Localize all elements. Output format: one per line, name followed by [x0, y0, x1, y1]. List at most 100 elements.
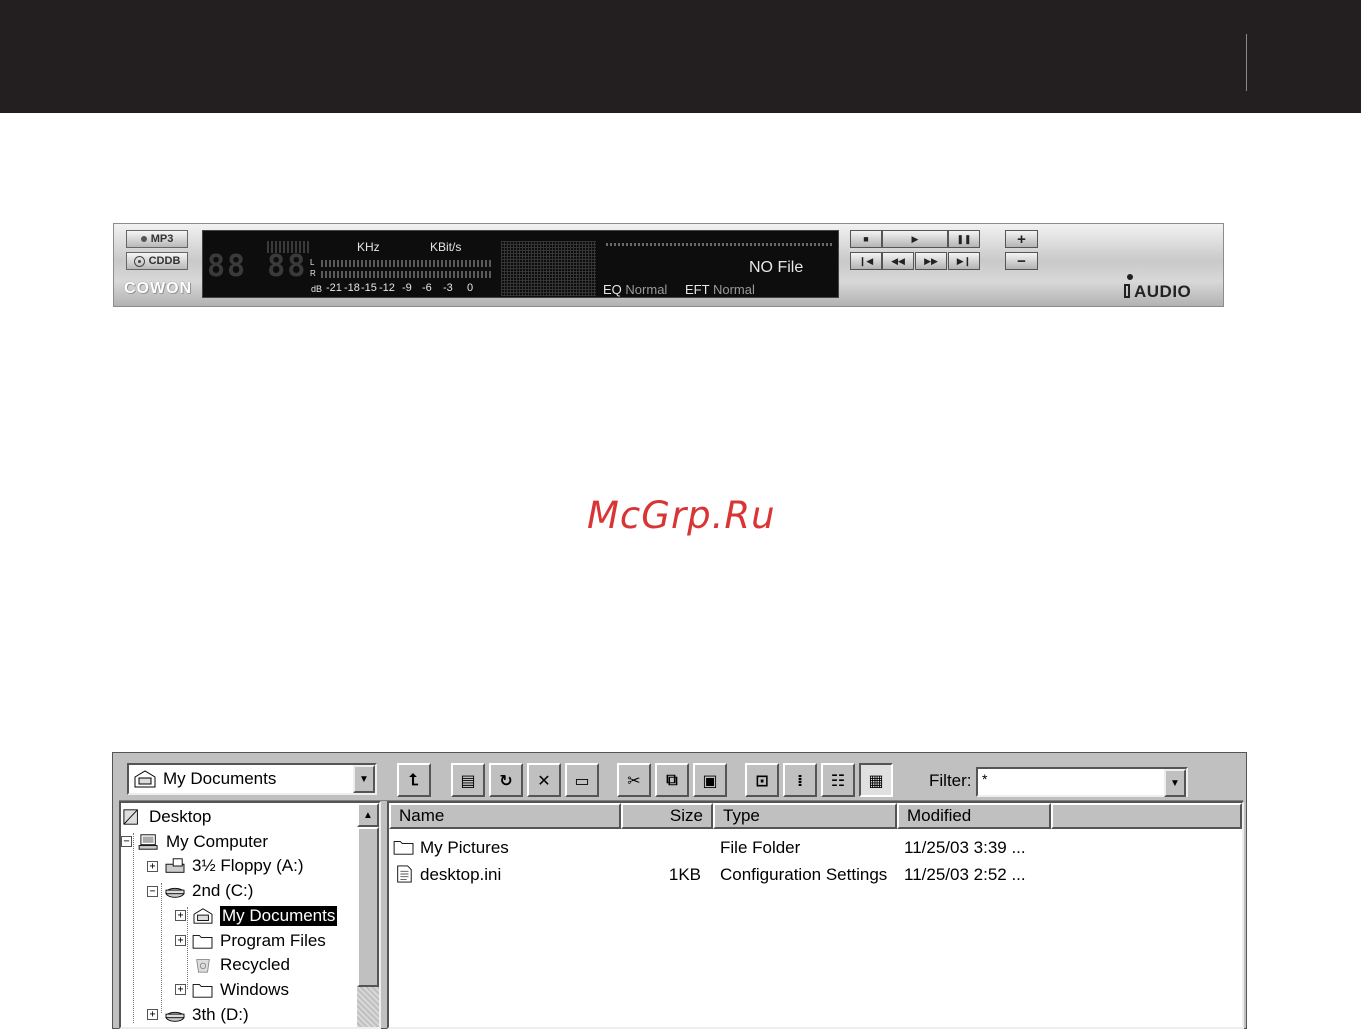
tree-item[interactable]: − 2nd (C:): [147, 879, 253, 903]
chevron-down-icon: ▼: [359, 773, 369, 785]
db-scale-tick: -6: [422, 282, 432, 294]
iaudio-logo: AUDIO: [1124, 282, 1191, 302]
cddb-button[interactable]: CDDB: [126, 252, 188, 270]
cut-button[interactable]: ✂: [617, 763, 651, 797]
tree-item-label: Recycled: [220, 955, 290, 975]
recycle-bin-icon: [196, 959, 210, 973]
expand-icon[interactable]: +: [147, 1009, 158, 1021]
column-header-type[interactable]: Type: [713, 803, 897, 829]
volume-down-button[interactable]: −: [1005, 252, 1038, 270]
paste-button[interactable]: ▣: [693, 763, 727, 797]
up-folder-button[interactable]: ⮤: [397, 763, 431, 797]
fast-forward-button[interactable]: ▶▶: [915, 252, 947, 270]
location-dropdown-button[interactable]: ▼: [353, 765, 375, 793]
stop-button[interactable]: ■: [850, 230, 882, 248]
text-file-icon: [397, 865, 412, 883]
eq-status: EQ Normal: [603, 282, 667, 297]
expand-icon[interactable]: +: [175, 984, 186, 996]
tree-item[interactable]: +3th (D:): [147, 1003, 249, 1027]
scroll-thumb[interactable]: [357, 827, 379, 987]
computer-icon: [138, 834, 158, 850]
file-row[interactable]: My Pictures File Folder 11/25/03 3:39 ...: [389, 835, 1242, 861]
expand-icon[interactable]: +: [175, 935, 186, 946]
db-scale-tick: -12: [379, 282, 395, 294]
previous-track-button[interactable]: ❙◀: [850, 252, 882, 270]
folder-tree[interactable]: Desktop − My Computer +3½ Floppy (A:) − 2nd (…: [119, 801, 381, 1029]
mp3-indicator-icon: [140, 236, 147, 242]
expand-icon[interactable]: +: [175, 910, 186, 922]
paste-icon: ▣: [702, 770, 718, 790]
tree-item-label: My Computer: [166, 831, 269, 851]
tree-scrollbar[interactable]: ▲: [357, 803, 379, 1027]
mp3-button[interactable]: MP3: [126, 230, 188, 248]
iaudio-logo-i: [1124, 284, 1130, 298]
right-channel-label: R: [310, 269, 316, 278]
drive-icon: [165, 887, 185, 898]
kbits-label: KBit/s: [430, 240, 462, 254]
my-documents-icon: [193, 908, 213, 924]
copy-icon: ⧉: [666, 770, 678, 789]
location-combo[interactable]: My Documents ▼: [127, 763, 377, 795]
tree-item[interactable]: +3½ Floppy (A:): [147, 854, 304, 878]
iaudio-logo-text: AUDIO: [1134, 282, 1192, 301]
db-scale-tick: -15: [361, 282, 377, 294]
filter-label: Filter:: [929, 771, 972, 790]
column-header-modified[interactable]: Modified: [897, 803, 1051, 829]
tree-item[interactable]: − My Computer: [121, 830, 268, 854]
file-modified: 11/25/03 3:39 ...: [904, 838, 1026, 857]
tree-connector: [133, 833, 134, 1023]
filter-input[interactable]: * ▼: [976, 767, 1188, 797]
refresh-button[interactable]: ↻: [489, 763, 523, 797]
tree-item-label: 3½ Floppy (A:): [192, 856, 304, 876]
tree-item[interactable]: Desktop: [121, 805, 211, 829]
small-icons-view-button[interactable]: ⁞: [783, 763, 817, 797]
tree-item[interactable]: + My Documents: [175, 904, 338, 928]
folder-icon: [192, 934, 213, 949]
collapse-icon[interactable]: −: [121, 836, 132, 848]
large-icons-view-icon: ⊡: [755, 770, 769, 790]
next-track-button[interactable]: ▶❙: [948, 252, 980, 270]
watermark: McGrp.Ru: [587, 494, 776, 537]
my-documents-icon: [134, 770, 156, 788]
column-header-size[interactable]: Size: [621, 803, 713, 829]
eft-status: EFT Normal: [685, 282, 755, 297]
explorer-toolbar: My Documents ▼ ⮤ ▤ ↻ ✕ ▭ ✂ ⧉ ▣ ⊡ ⁞ ☷ ▦ F…: [119, 757, 1243, 801]
properties-button[interactable]: ▤: [451, 763, 485, 797]
play-button[interactable]: ▶: [882, 230, 948, 248]
column-header-name[interactable]: Name: [389, 803, 621, 829]
tree-item-label: Desktop: [149, 807, 212, 826]
scroll-up-button[interactable]: ▲: [357, 803, 379, 827]
pause-button[interactable]: ❚❚: [948, 230, 980, 248]
list-view-button[interactable]: ☷: [821, 763, 855, 797]
cowon-logo: COWON: [124, 280, 193, 297]
details-view-button[interactable]: ▦: [859, 763, 893, 797]
list-view-icon: ☷: [830, 770, 846, 790]
tree-item[interactable]: Recycled: [175, 953, 290, 977]
iaudio-logo-dot: [1127, 274, 1133, 280]
tree-item[interactable]: + Windows: [175, 978, 289, 1002]
file-modified: 11/25/03 2:52 ...: [904, 865, 1026, 884]
copy-button[interactable]: ⧉: [655, 763, 689, 797]
file-list[interactable]: Name Size Type Modified My Pictures File …: [387, 801, 1244, 1029]
small-icons-view-icon: ⁞: [796, 770, 804, 790]
spectrum-analyzer: [501, 241, 596, 296]
filter-dropdown-button[interactable]: ▼: [1164, 769, 1186, 797]
rewind-button[interactable]: ◀◀: [882, 252, 914, 270]
collapse-icon[interactable]: −: [147, 885, 158, 897]
expand-icon[interactable]: +: [147, 860, 158, 872]
floppy-icon: [165, 858, 185, 874]
location-text: My Documents: [163, 769, 277, 788]
large-icons-view-button[interactable]: ⊡: [745, 763, 779, 797]
cd-icon: [133, 255, 145, 267]
file-row[interactable]: desktop.ini 1KB Configuration Settings 11/2…: [389, 862, 1242, 888]
new-folder-button[interactable]: ▭: [565, 763, 599, 797]
delete-button[interactable]: ✕: [527, 763, 561, 797]
eq-label: EQ: [603, 282, 622, 297]
tree-item[interactable]: + Program Files: [175, 929, 326, 953]
player-display: 88 88 KHz KBit/s L R dB -21 -18 -15 -12 -9 -6…: [202, 230, 839, 298]
left-channel-label: L: [310, 258, 315, 267]
mp3-label: MP3: [150, 233, 174, 245]
tree-item-label: Program Files: [220, 930, 326, 950]
play-icon: ▶: [911, 233, 919, 244]
volume-up-button[interactable]: +: [1005, 230, 1038, 248]
